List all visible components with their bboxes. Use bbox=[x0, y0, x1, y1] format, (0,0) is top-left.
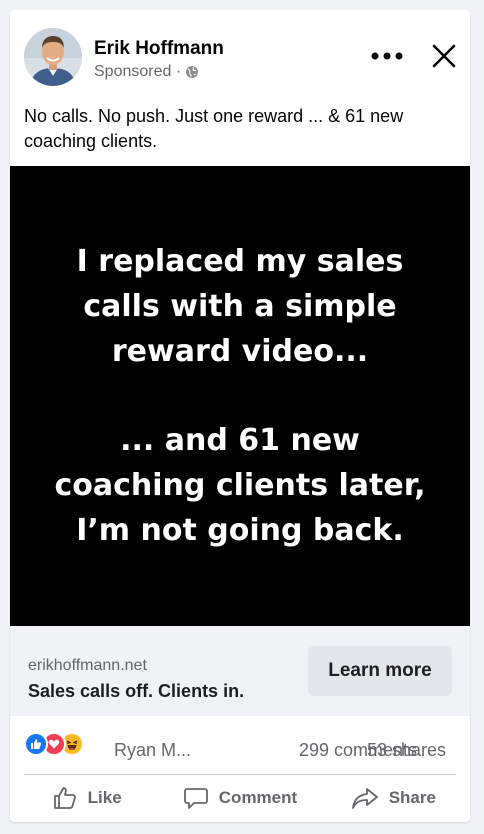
media-followup-line: coaching clients later, bbox=[54, 468, 426, 503]
more-options-button[interactable] bbox=[366, 44, 408, 68]
divider bbox=[24, 774, 456, 775]
sponsored-label-row: Sponsored · bbox=[94, 63, 199, 81]
media-headline-line: I replaced my sales bbox=[76, 244, 404, 279]
share-arrow-icon bbox=[351, 788, 378, 809]
comment-bubble-icon bbox=[183, 788, 208, 809]
link-domain: erikhoffmann.net bbox=[28, 657, 147, 674]
avatar-image bbox=[24, 28, 82, 86]
close-icon bbox=[432, 44, 456, 68]
like-button[interactable]: Like bbox=[10, 776, 163, 820]
media-followup-line: ... and 61 new bbox=[120, 423, 360, 458]
avatar[interactable] bbox=[24, 28, 82, 86]
shares-count[interactable]: 53 shares bbox=[367, 740, 446, 761]
close-button[interactable] bbox=[428, 40, 460, 72]
comment-button[interactable]: Comment bbox=[163, 776, 316, 820]
share-button[interactable]: Share bbox=[317, 776, 470, 820]
media-text: I replaced my sales calls with a simple … bbox=[30, 239, 450, 553]
sponsored-label: Sponsored · bbox=[94, 63, 182, 80]
globe-icon bbox=[185, 65, 199, 79]
thumbs-up-icon bbox=[53, 787, 76, 809]
media-headline-line: reward video... bbox=[111, 334, 369, 369]
link-preview-bar[interactable]: erikhoffmann.net Sales calls off. Client… bbox=[10, 626, 470, 716]
author-name[interactable]: Erik Hoffmann bbox=[94, 38, 224, 60]
like-reaction-icon bbox=[24, 732, 48, 756]
like-label: Like bbox=[87, 788, 122, 807]
sponsored-post-card: Erik Hoffmann Sponsored · No calls. No p bbox=[10, 10, 470, 822]
learn-more-button[interactable]: Learn more bbox=[308, 646, 452, 696]
post-media-image[interactable]: I replaced my sales calls with a simple … bbox=[10, 166, 470, 626]
post-caption: No calls. No push. Just one reward ... &… bbox=[24, 106, 404, 151]
more-dots-icon bbox=[371, 52, 403, 60]
share-label: Share bbox=[388, 788, 436, 807]
post-header: Erik Hoffmann Sponsored · bbox=[10, 10, 470, 100]
media-headline-line: calls with a simple bbox=[83, 289, 397, 324]
post-action-bar: Like Comment Share bbox=[10, 776, 470, 820]
reaction-icons[interactable] bbox=[24, 732, 84, 756]
media-followup-line: I’m not going back. bbox=[76, 513, 404, 548]
link-headline: Sales calls off. Clients in. bbox=[28, 681, 245, 701]
engagement-stats: Ryan M... 299 comments 53 shares bbox=[10, 716, 470, 772]
comment-label: Comment bbox=[218, 788, 298, 807]
reactor-name[interactable]: Ryan M... bbox=[114, 740, 191, 761]
